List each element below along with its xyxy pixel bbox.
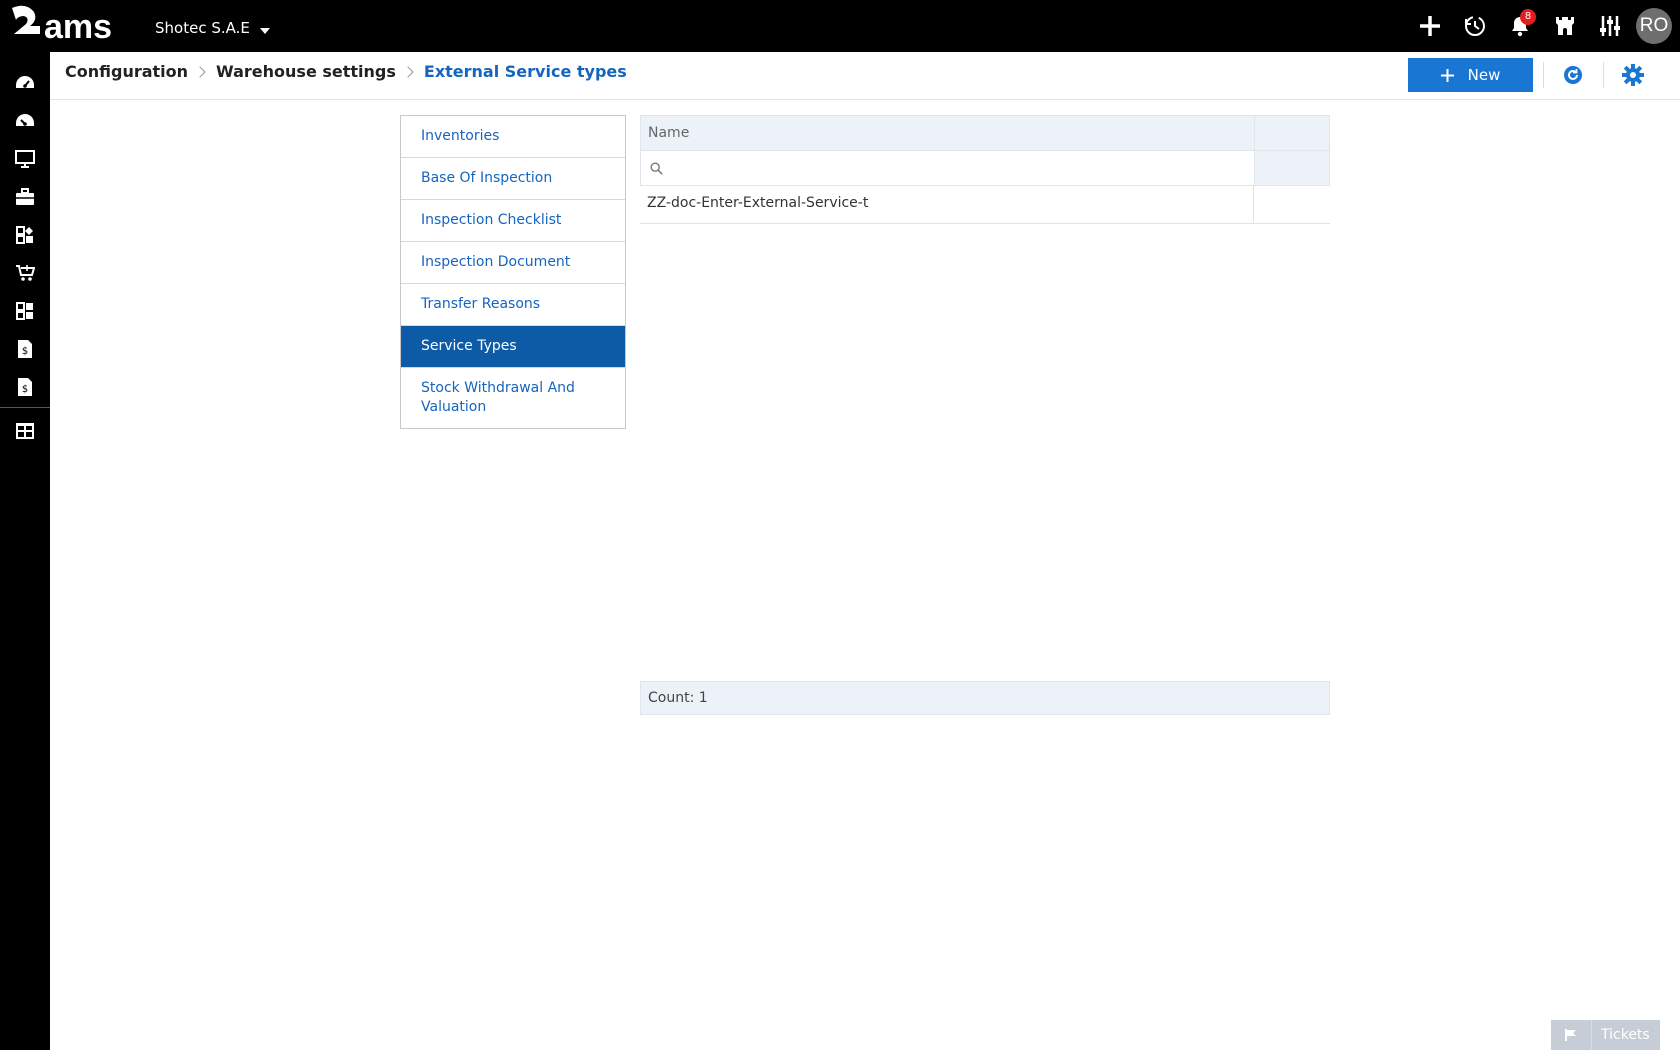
briefcase-icon[interactable] — [0, 178, 50, 216]
gear-icon[interactable] — [1620, 62, 1646, 88]
layout-icon[interactable] — [0, 412, 50, 450]
sliders-icon[interactable] — [1587, 0, 1632, 52]
menu-item-stock-withdrawal[interactable]: Stock Withdrawal And Valuation — [401, 368, 625, 428]
menu-item-inspection-checklist[interactable]: Inspection Checklist — [401, 200, 625, 242]
top-bar: ams Shotec S.A.E 8 RO — [0, 0, 1680, 52]
notification-badge: 8 — [1520, 9, 1536, 25]
chevron-down-icon — [259, 28, 270, 34]
menu-item-base-of-inspection[interactable]: Base Of Inspection — [401, 158, 625, 200]
new-button-label: New — [1467, 66, 1501, 84]
breadcrumb: Configuration Warehouse settings Externa… — [65, 62, 627, 81]
row-name-cell: ZZ-doc-Enter-External-Service-t — [640, 186, 1254, 223]
grid-filter-row — [640, 151, 1330, 186]
column-header-actions — [1255, 116, 1329, 150]
dashboard-alt-icon[interactable] — [0, 102, 50, 140]
page-title: External Service types — [423, 62, 627, 81]
tickets-label: Tickets — [1601, 1027, 1650, 1043]
filter-actions-cell — [1255, 151, 1329, 185]
plus-icon[interactable] — [1407, 0, 1452, 52]
castle-icon[interactable] — [1542, 0, 1587, 52]
dashboard-icon[interactable] — [0, 64, 50, 102]
header-divider — [1603, 62, 1604, 88]
logo-text: ams — [44, 8, 112, 46]
modules-icon[interactable] — [0, 216, 50, 254]
chevron-right-icon — [194, 65, 206, 78]
grid-footer-count: Count: 1 — [640, 681, 1330, 715]
tickets-button[interactable]: Tickets — [1551, 1020, 1660, 1050]
rail-divider — [0, 407, 50, 408]
search-icon — [650, 162, 663, 175]
company-name: Shotec S.A.E — [155, 19, 250, 37]
top-actions: 8 RO — [1407, 0, 1680, 52]
svg-text:$: $ — [22, 346, 28, 357]
breadcrumb-warehouse-settings[interactable]: Warehouse settings — [216, 62, 396, 81]
chevron-right-icon — [402, 65, 414, 78]
settings-menu: Inventories Base Of Inspection Inspectio… — [400, 115, 626, 429]
svg-text:$: $ — [22, 384, 28, 395]
row-actions-cell — [1254, 186, 1330, 223]
invoice-icon[interactable]: $ — [0, 330, 50, 368]
refresh-icon[interactable] — [1560, 62, 1586, 88]
menu-item-inspection-document[interactable]: Inspection Document — [401, 242, 625, 284]
plus-icon — [1440, 68, 1454, 82]
column-header-name[interactable]: Name — [641, 116, 1255, 150]
user-avatar[interactable]: RO — [1636, 8, 1672, 44]
bell-icon[interactable]: 8 — [1497, 0, 1542, 52]
breadcrumb-configuration[interactable]: Configuration — [65, 62, 188, 81]
history-icon[interactable] — [1452, 0, 1497, 52]
app-logo[interactable]: ams — [10, 4, 130, 48]
left-nav-rail: $ $ — [0, 52, 50, 1050]
name-filter-input[interactable] — [641, 151, 1255, 185]
modules-alt-icon[interactable] — [0, 292, 50, 330]
table-row[interactable]: ZZ-doc-Enter-External-Service-t — [640, 186, 1330, 224]
cart-icon[interactable] — [0, 254, 50, 292]
menu-item-service-types[interactable]: Service Types — [401, 326, 625, 368]
page-header: Configuration Warehouse settings Externa… — [50, 52, 1680, 100]
service-types-grid: Name ZZ-doc-Enter-External-Service-t — [640, 115, 1330, 224]
menu-item-transfer-reasons[interactable]: Transfer Reasons — [401, 284, 625, 326]
flag-icon — [1551, 1020, 1592, 1050]
header-divider — [1543, 62, 1544, 88]
monitor-icon[interactable] — [0, 140, 50, 178]
grid-header: Name — [640, 115, 1330, 151]
company-selector[interactable]: Shotec S.A.E — [155, 19, 270, 37]
menu-item-inventories[interactable]: Inventories — [401, 116, 625, 158]
invoice-alt-icon[interactable]: $ — [0, 368, 50, 406]
new-button[interactable]: New — [1408, 58, 1533, 92]
